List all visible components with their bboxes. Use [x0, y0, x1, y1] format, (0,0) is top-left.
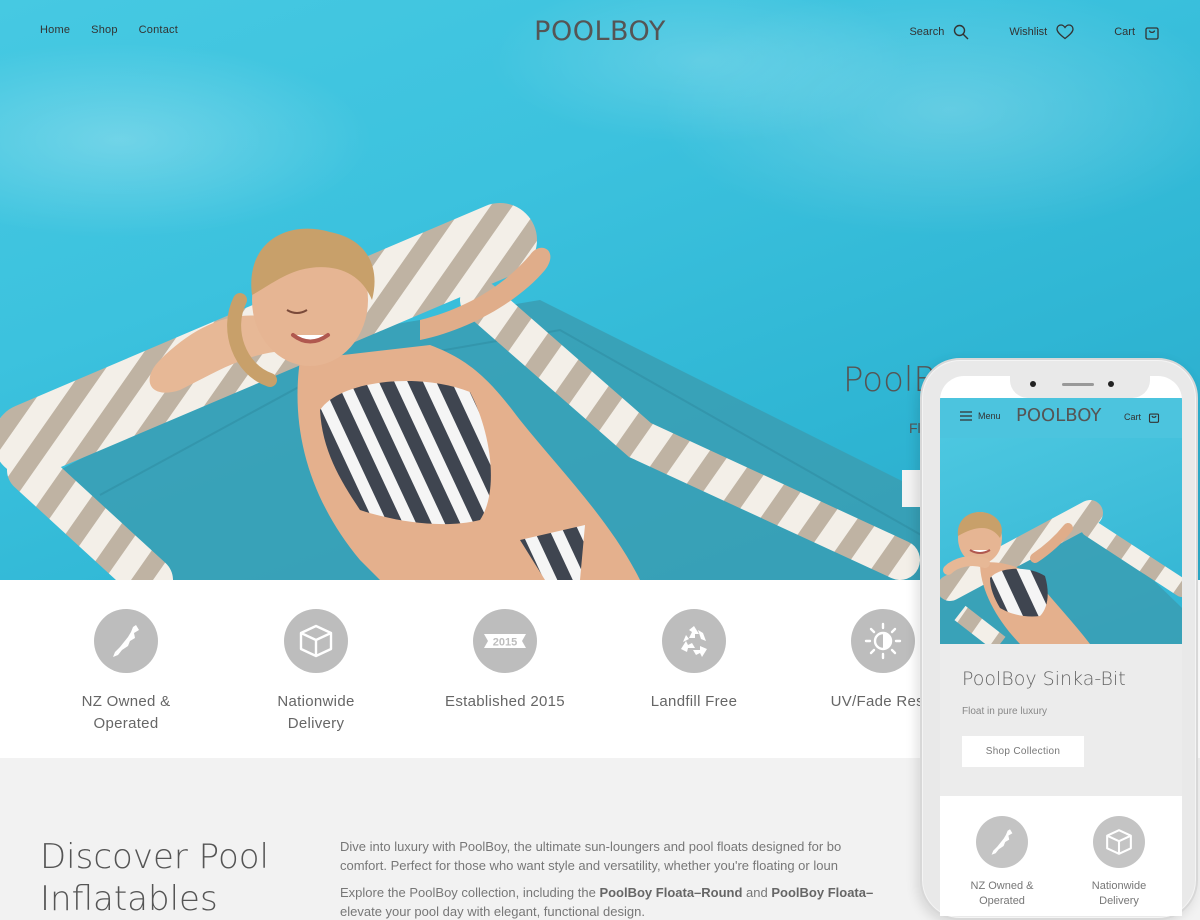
cart-button[interactable]: Cart	[1114, 24, 1160, 40]
box-icon	[284, 609, 348, 673]
shop-collection-button[interactable]: Shop Collection	[962, 736, 1084, 767]
mobile-menu-label: Menu	[978, 411, 1001, 421]
feature-landfill: Landfill Free	[604, 609, 784, 713]
mobile-feature-label: Nationwide Delivery	[1091, 880, 1147, 907]
discover-p1-line1: Dive into luxury with PoolBoy, the ultim…	[340, 839, 842, 854]
mobile-hero-image	[940, 438, 1182, 644]
speaker-grille	[1062, 383, 1094, 386]
front-camera	[1030, 381, 1036, 387]
search-icon	[954, 24, 969, 40]
hero-subtitle: Fl	[909, 420, 921, 436]
nz-map-icon	[94, 609, 158, 673]
recycle-icon	[662, 609, 726, 673]
heart-icon	[1056, 24, 1074, 40]
discover-p2-and: and	[742, 885, 772, 900]
search-button[interactable]: Search	[909, 24, 969, 40]
feature-established: 2015 Established 2015	[415, 609, 595, 713]
discover-p2-line2: elevate your pool day with elegant, func…	[340, 904, 645, 919]
nav-home-link[interactable]: Home	[40, 24, 70, 36]
mobile-cart-label: Cart	[1124, 412, 1142, 422]
product-name-floata: PoolBoy Floata–	[771, 885, 874, 900]
nz-map-icon	[976, 816, 1028, 868]
discover-title-line2: Inflatables	[40, 879, 218, 919]
nav-shop-link[interactable]: Shop	[91, 24, 118, 36]
discover-title-line1: Discover Pool	[40, 837, 270, 877]
bag-icon	[1145, 27, 1159, 40]
discover-p2-text: Explore the PoolBoy collection, includin…	[340, 885, 600, 900]
mobile-hero-subtitle: Float in pure luxury	[962, 706, 1048, 717]
phone-mockup: Menu POOLBOY Cart PoolBoy Sinka-Bit Floa…	[920, 358, 1198, 920]
mobile-feature-delivery: Nationwide Delivery	[1069, 816, 1169, 909]
feature-delivery: Nationwide Delivery	[226, 609, 406, 735]
mobile-header: Menu POOLBOY Cart	[940, 398, 1182, 438]
search-label: Search	[909, 26, 945, 38]
wishlist-label: Wishlist	[1009, 26, 1048, 38]
feature-nz-owned: NZ Owned & Operated	[36, 609, 216, 735]
cart-label: Cart	[1114, 26, 1135, 38]
discover-p1-line2: comfort. Perfect for those who want styl…	[340, 858, 838, 873]
mobile-feature-label: NZ Owned & Operated	[970, 880, 1034, 907]
sun-icon	[851, 609, 915, 673]
phone-notch	[1010, 376, 1150, 398]
main-nav: Home Shop Contact	[40, 24, 178, 36]
badge-2015-icon: 2015	[473, 609, 537, 673]
mobile-menu-button[interactable]: Menu	[960, 411, 1001, 421]
mobile-hero-title: PoolBoy Sinka-Bit	[962, 668, 1126, 690]
feature-label: Established 2015	[445, 693, 565, 710]
mobile-feature-nz-owned: NZ Owned & Operated	[952, 816, 1052, 909]
mobile-logo: POOLBOY	[1016, 405, 1102, 426]
feature-label: Landfill Free	[650, 693, 738, 710]
hamburger-icon	[960, 411, 972, 421]
wishlist-button[interactable]: Wishlist	[1009, 24, 1074, 40]
phone-screen: Menu POOLBOY Cart PoolBoy Sinka-Bit Floa…	[940, 376, 1182, 916]
svg-text:2015: 2015	[493, 637, 517, 649]
mobile-hero-panel: PoolBoy Sinka-Bit Float in pure luxury S…	[940, 644, 1182, 796]
feature-label: Nationwide Delivery	[277, 693, 355, 732]
box-icon	[1093, 816, 1145, 868]
feature-label: NZ Owned & Operated	[81, 693, 171, 732]
mobile-cart-button[interactable]: Cart	[1124, 411, 1160, 423]
discover-title: Discover Pool Inflatables	[40, 836, 269, 920]
header-utilities: Search Wishlist Cart	[909, 24, 1160, 40]
bag-icon	[1148, 413, 1160, 423]
product-name-round: PoolBoy Floata–Round	[599, 885, 743, 900]
nav-contact-link[interactable]: Contact	[139, 24, 178, 36]
front-sensor	[1108, 381, 1114, 387]
